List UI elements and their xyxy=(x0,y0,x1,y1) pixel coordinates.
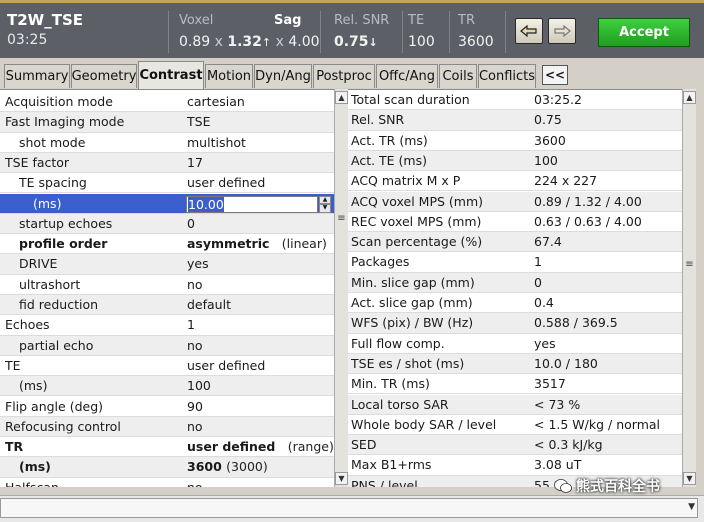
param-row-shot-mode[interactable]: shot mode multishot xyxy=(0,133,334,153)
param-row-startup-echoes[interactable]: startup echoes 0 xyxy=(0,213,334,235)
info-row: Min. slice gap (mm) 0 xyxy=(348,272,682,293)
tab-offc-ang[interactable]: Offc/Ang xyxy=(376,64,438,88)
param-row-tse-factor[interactable]: TSE factor 17 xyxy=(0,152,334,174)
param-row-acquisition-mode[interactable]: Acquisition mode cartesian xyxy=(0,92,334,113)
scroll-down-icon[interactable]: ▼ xyxy=(335,472,348,485)
info-row: SED < 0.3 kJ/kg xyxy=(348,435,682,456)
tab-dyn-ang[interactable]: Dyn/Ang xyxy=(254,64,312,88)
info-row: Min. TR (ms) 3517 xyxy=(348,374,682,395)
right-scrollbar[interactable]: ▲ ≡ ▼ xyxy=(682,89,696,487)
param-row-echoes[interactable]: Echoes 1 xyxy=(0,315,334,336)
info-row: WFS (pix) / BW (Hz) 0.588 / 369.5 xyxy=(348,313,682,334)
voxel-label: Voxel xyxy=(179,13,214,28)
voxel-size: 0.89 x 1.32↑ x 4.00 xyxy=(179,34,320,50)
tr-value: 3600 xyxy=(458,34,494,50)
param-row-fid-reduction[interactable]: fid reduction default xyxy=(0,295,334,316)
param-row-refocusing-control[interactable]: Refocusing control no xyxy=(0,416,334,438)
scan-header: T2W_TSE 03:25 Voxel Sag 0.89 x 1.32↑ x 4… xyxy=(0,0,704,58)
scroll-up-icon[interactable]: ▲ xyxy=(683,91,696,104)
te-spacing-input[interactable]: 10.00 xyxy=(186,195,318,213)
bottom-dropdown[interactable]: ▼ xyxy=(0,498,698,518)
stepper-up-icon[interactable]: ▲ xyxy=(319,195,331,204)
tab-motion[interactable]: Motion xyxy=(205,64,253,88)
chevron-down-icon[interactable]: ▼ xyxy=(688,502,695,512)
scan-name: T2W_TSE xyxy=(7,11,83,29)
te-label: TE xyxy=(408,13,425,28)
arrow-down-icon: ↓ xyxy=(368,36,378,49)
scroll-grip-icon[interactable]: ≡ xyxy=(337,213,346,224)
info-row: Full flow comp. yes xyxy=(348,334,682,354)
param-row-te-spacing-ms[interactable]: (ms) 10.00 ▲ ▼ xyxy=(0,193,334,214)
info-row: Local torso SAR < 73 % xyxy=(348,394,682,415)
info-row: Packages 1 xyxy=(348,252,682,273)
tab-geometry[interactable]: Geometry xyxy=(71,64,137,88)
redo-arrow-icon xyxy=(554,24,571,38)
watermark: 熊式百科全书 xyxy=(554,476,660,496)
param-row-te[interactable]: TE user defined xyxy=(0,356,334,377)
param-row-tr[interactable]: TR user defined (range) xyxy=(0,437,334,458)
param-row-fast-imaging-mode[interactable]: Fast Imaging mode TSE xyxy=(0,112,334,133)
scroll-grip-icon[interactable]: ≡ xyxy=(685,259,694,270)
header-divider xyxy=(168,11,169,53)
tab-contrast[interactable]: Contrast xyxy=(138,61,204,89)
scan-duration: 03:25 xyxy=(7,32,48,48)
tab-bar: Summary Geometry Contrast Motion Dyn/Ang… xyxy=(0,58,704,89)
collapse-panel-button[interactable]: << xyxy=(542,65,568,85)
te-spacing-stepper[interactable]: ▲ ▼ xyxy=(319,195,331,213)
snr-value: 0.75↓ xyxy=(334,34,378,50)
param-row-profile-order[interactable]: profile order asymmetric (linear) xyxy=(0,234,334,255)
param-row-flip-angle[interactable]: Flip angle (deg) 90 xyxy=(0,397,334,417)
undo-arrow-icon xyxy=(520,24,537,38)
te-value: 100 xyxy=(408,34,435,50)
header-divider xyxy=(320,11,321,53)
scan-info-list: Total scan duration 03:25.2 Rel. SNR 0.75 … xyxy=(348,89,682,487)
voxel-y: 1.32 xyxy=(227,34,262,50)
scroll-down-icon[interactable]: ▼ xyxy=(683,472,696,485)
bottom-bar: ▼ xyxy=(0,495,704,522)
info-row: Act. slice gap (mm) 0.4 xyxy=(348,293,682,314)
param-row-partial-echo[interactable]: partial echo no xyxy=(0,335,334,356)
info-row: Whole body SAR / level < 1.5 W/kg / norma… xyxy=(348,415,682,436)
undo-button[interactable] xyxy=(515,18,543,44)
accept-button[interactable]: Accept xyxy=(598,18,690,47)
scroll-up-icon[interactable]: ▲ xyxy=(335,91,348,104)
voxel-z: 4.00 xyxy=(288,34,320,50)
redo-button[interactable] xyxy=(548,18,576,44)
info-row: Rel. SNR 0.75 xyxy=(348,110,682,131)
wechat-icon xyxy=(554,479,572,493)
left-scrollbar[interactable]: ▲ ≡ ▼ xyxy=(334,89,348,487)
info-row: Scan percentage (%) 67.4 xyxy=(348,232,682,253)
param-row-te-spacing[interactable]: TE spacing user defined xyxy=(0,173,334,194)
header-divider xyxy=(449,11,450,53)
tab-coils[interactable]: Coils xyxy=(439,64,477,88)
voxel-x: 0.89 xyxy=(179,34,211,50)
info-row: TSE es / shot (ms) 10.0 / 180 xyxy=(348,353,682,375)
tab-conflicts[interactable]: Conflicts xyxy=(478,64,536,88)
info-row: ACQ voxel MPS (mm) 0.89 / 1.32 / 4.00 xyxy=(348,191,682,212)
param-row-ultrashort[interactable]: ultrashort no xyxy=(0,275,334,295)
tab-postproc[interactable]: Postproc xyxy=(313,64,375,88)
header-divider xyxy=(505,11,506,53)
param-row-tr-ms[interactable]: (ms) 3600 (3000) xyxy=(0,457,334,478)
header-divider xyxy=(402,11,403,53)
orientation-label: Sag xyxy=(274,13,302,28)
stepper-down-icon[interactable]: ▼ xyxy=(319,204,331,213)
tab-summary[interactable]: Summary xyxy=(4,64,70,88)
param-row-te-ms[interactable]: (ms) 100 xyxy=(0,376,334,397)
arrow-up-icon: ↑ xyxy=(261,36,272,49)
contrast-parameter-list: Acquisition mode cartesian Fast Imaging m… xyxy=(0,89,334,487)
info-row: Act. TR (ms) 3600 xyxy=(348,131,682,151)
info-row: ACQ matrix M x P 224 x 227 xyxy=(348,171,682,192)
info-row: Total scan duration 03:25.2 xyxy=(348,90,682,111)
info-row: REC voxel MPS (mm) 0.63 / 0.63 / 4.00 xyxy=(348,212,682,233)
param-row-drive[interactable]: DRIVE yes xyxy=(0,254,334,275)
tr-label: TR xyxy=(458,13,475,28)
snr-label: Rel. SNR xyxy=(334,13,390,28)
info-row: Max B1+rms 3.08 uT xyxy=(348,455,682,476)
info-row: Act. TE (ms) 100 xyxy=(348,150,682,172)
param-row-halfscan[interactable]: Halfscanno xyxy=(0,478,334,487)
